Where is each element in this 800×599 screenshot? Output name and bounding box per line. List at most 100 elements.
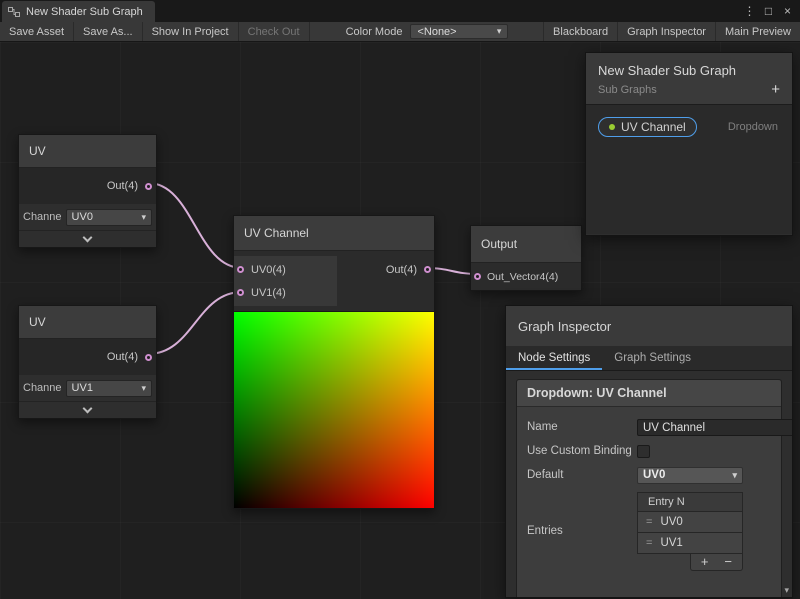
uv-preview-green-gradient: [234, 312, 434, 508]
close-icon[interactable]: ×: [780, 4, 795, 18]
chevron-down-icon: ▾: [732, 471, 737, 480]
input-ports: UV0(4) UV1(4): [234, 256, 337, 306]
node-title[interactable]: Output: [471, 226, 581, 263]
port-label: Out_Vector4(4): [487, 271, 558, 283]
show-in-project-button[interactable]: Show In Project: [143, 22, 239, 41]
blackboard-subtitle: Sub Graphs: [598, 84, 657, 96]
collapse-toggle[interactable]: [19, 230, 156, 247]
name-input[interactable]: [637, 419, 793, 436]
graph-canvas[interactable]: UV Out(4) Channe UV0 ▾ UV Out(4) Channe …: [0, 42, 800, 599]
use-custom-binding-label: Use Custom Binding: [527, 444, 637, 459]
shader-graph-icon: [8, 6, 20, 18]
blackboard-subtitle-row: Sub Graphs +: [598, 84, 780, 96]
uv-node-bottom[interactable]: UV Out(4) Channe UV1 ▾: [18, 305, 157, 419]
channel-value: UV0: [72, 211, 93, 223]
remove-entry-button[interactable]: −: [724, 555, 732, 568]
scroll-down-icon[interactable]: ▾: [784, 585, 789, 596]
node-body: UV0(4) UV1(4) Out(4): [234, 251, 434, 311]
blackboard-toggle-button[interactable]: Blackboard: [543, 22, 618, 41]
output-ports: Out(4): [386, 256, 434, 306]
color-mode-dropdown[interactable]: <None> ▾: [410, 24, 508, 39]
port-label: UV1(4): [251, 287, 286, 299]
entry-row[interactable]: = UV1: [637, 533, 743, 554]
use-custom-binding-checkbox[interactable]: [637, 445, 650, 458]
channel-control-row: Channe UV0 ▾: [19, 204, 156, 230]
window-controls: ⋮ □ ×: [742, 0, 800, 22]
default-label: Default: [527, 468, 637, 483]
chevron-down-icon: [83, 232, 93, 242]
section-title: Dropdown: UV Channel: [517, 380, 781, 407]
entry-value: UV0: [660, 516, 682, 528]
name-label: Name: [527, 420, 637, 435]
entries-footer-buttons: + −: [690, 554, 743, 571]
name-field-row: Name: [517, 415, 781, 440]
output-port-row: Out(4): [19, 339, 156, 375]
channel-dropdown[interactable]: UV1 ▾: [66, 380, 152, 397]
default-value: UV0: [643, 469, 665, 481]
port-label: UV0(4): [251, 264, 286, 276]
graph-inspector-panel: Graph Inspector Node Settings Graph Sett…: [505, 305, 793, 598]
tab-graph-settings[interactable]: Graph Settings: [602, 346, 703, 370]
uv-channel-node[interactable]: UV Channel UV0(4) UV1(4) Out(4): [233, 215, 435, 509]
inspector-content: Dropdown: UV Channel Name Use Custom Bin…: [506, 371, 792, 598]
blackboard-header[interactable]: New Shader Sub Graph Sub Graphs +: [586, 53, 792, 105]
save-as-button[interactable]: Save As...: [74, 22, 143, 41]
add-entry-button[interactable]: +: [701, 555, 709, 568]
property-label: UV Channel: [621, 120, 686, 134]
entries-list: Entry N = UV0 = UV1 + −: [637, 492, 743, 571]
node-title[interactable]: UV: [19, 306, 156, 339]
inspector-title[interactable]: Graph Inspector: [506, 306, 792, 346]
save-asset-button[interactable]: Save Asset: [0, 22, 74, 41]
window-tab-bar: New Shader Sub Graph ⋮ □ ×: [0, 0, 800, 22]
blackboard-body: UV Channel Dropdown: [586, 105, 792, 234]
uv-node-top[interactable]: UV Out(4) Channe UV0 ▾: [18, 134, 157, 248]
output-port[interactable]: [145, 354, 152, 361]
property-type-label: Dropdown: [728, 121, 778, 133]
edge-uv0[interactable]: [148, 183, 242, 268]
uv-preview: [234, 311, 434, 508]
node-title[interactable]: UV: [19, 135, 156, 168]
entries-list-footer: + −: [637, 554, 743, 571]
collapse-toggle[interactable]: [19, 401, 156, 418]
add-property-button[interactable]: +: [771, 84, 780, 96]
entry-row[interactable]: = UV0: [637, 512, 743, 533]
output-port[interactable]: [145, 183, 152, 190]
entries-list-header: Entry N: [637, 492, 743, 512]
binding-field-row: Use Custom Binding: [517, 440, 781, 463]
output-port-row: Out(4): [386, 258, 431, 281]
default-dropdown[interactable]: UV0 ▾: [637, 467, 743, 484]
channel-dropdown[interactable]: UV0 ▾: [66, 209, 152, 226]
port-label: Out(4): [386, 264, 417, 276]
color-mode-value: <None>: [417, 26, 456, 38]
drag-handle-icon[interactable]: =: [646, 516, 652, 528]
blackboard-property-pill[interactable]: UV Channel: [598, 117, 697, 137]
dropdown-settings-panel: Dropdown: UV Channel Name Use Custom Bin…: [516, 379, 782, 598]
tab-node-settings[interactable]: Node Settings: [506, 346, 602, 370]
graph-inspector-toggle-button[interactable]: Graph Inspector: [618, 22, 716, 41]
output-node[interactable]: Output Out_Vector4(4): [470, 225, 582, 291]
edge-uv1[interactable]: [148, 292, 242, 354]
input-port[interactable]: [237, 289, 244, 296]
shader-graph-toolbar: Save Asset Save As... Show In Project Ch…: [0, 22, 800, 42]
kebab-menu-icon[interactable]: ⋮: [742, 4, 757, 18]
maximize-icon[interactable]: □: [761, 4, 776, 18]
input-port-row: Out_Vector4(4): [471, 263, 581, 290]
blackboard-title: New Shader Sub Graph: [598, 63, 780, 78]
input-port[interactable]: [237, 266, 244, 273]
entries-field-row: Entries Entry N = UV0 = UV1: [517, 488, 781, 575]
chevron-down-icon: [83, 403, 93, 413]
tab-shader-subgraph[interactable]: New Shader Sub Graph: [2, 1, 155, 22]
drag-handle-icon[interactable]: =: [646, 537, 652, 549]
channel-label: Channe: [23, 211, 62, 223]
output-port[interactable]: [424, 266, 431, 273]
input-port[interactable]: [474, 273, 481, 280]
input-port-row: UV1(4): [234, 281, 337, 304]
port-label: Out(4): [107, 351, 138, 363]
main-preview-toggle-button[interactable]: Main Preview: [716, 22, 800, 41]
port-label: Out(4): [107, 180, 138, 192]
tab-title: New Shader Sub Graph: [26, 6, 143, 18]
inspector-tabs: Node Settings Graph Settings: [506, 346, 792, 371]
property-color-dot: [609, 124, 615, 130]
node-title[interactable]: UV Channel: [234, 216, 434, 251]
chevron-down-icon: ▾: [497, 27, 502, 36]
